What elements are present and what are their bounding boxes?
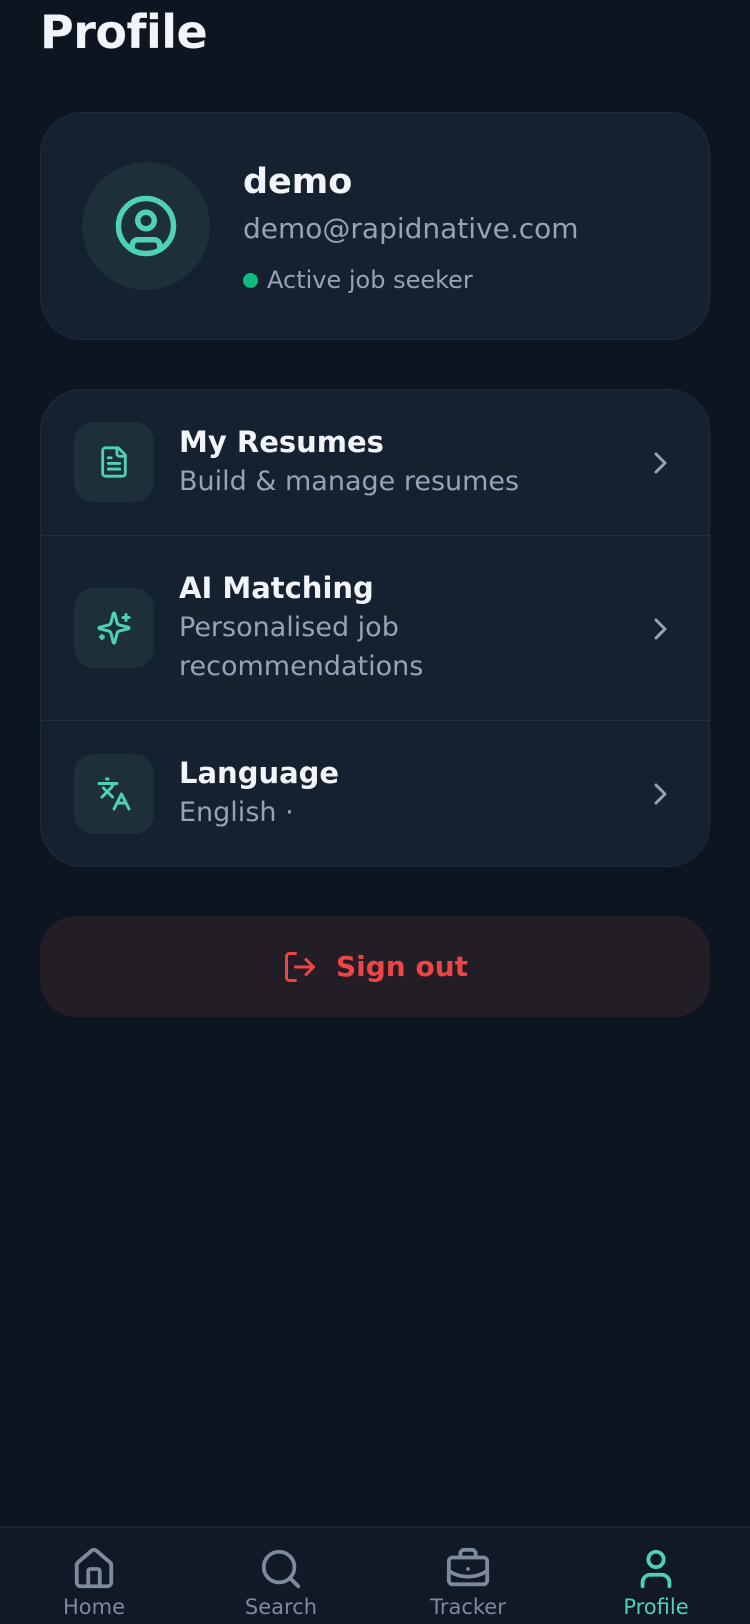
tab-search[interactable]: Search (187, 1528, 375, 1624)
menu-item-my-resumes[interactable]: My Resumes Build & manage resumes (41, 390, 709, 536)
sparkles-icon (97, 611, 131, 645)
status-text: Active job seeker (267, 266, 473, 294)
tab-profile[interactable]: Profile (562, 1528, 750, 1624)
status-dot (243, 272, 258, 288)
bottom-tab-bar: Home Search Tracker Profile (0, 1526, 750, 1624)
user-email: demo@rapidnative.com (243, 212, 579, 245)
briefcase-icon (446, 1547, 490, 1587)
page-title: Profile (40, 5, 208, 59)
menu-item-subtitle: English · (179, 797, 294, 828)
menu-icon-box (74, 422, 154, 502)
languages-icon (97, 777, 131, 811)
user-icon (640, 1549, 672, 1589)
menu-item-title: Language (179, 756, 340, 790)
chevron-right-icon (654, 452, 667, 474)
menu-item-text: AI Matching Personalised job recommendat… (179, 568, 609, 686)
search-icon (261, 1549, 301, 1589)
menu-icon-box (74, 588, 154, 668)
tab-label: Profile (623, 1595, 689, 1619)
status-badge: Active job seeker (243, 265, 473, 295)
user-circle-icon (115, 195, 177, 257)
sign-out-button[interactable]: Sign out (40, 916, 710, 1017)
menu-item-text: My Resumes Build & manage resumes (179, 422, 609, 501)
menu-item-subtitle: Build & manage resumes (179, 466, 520, 497)
menu-icon-box (74, 754, 154, 834)
menu-item-language[interactable]: Language English · (41, 721, 709, 866)
profile-card: demo demo@rapidnative.com Active job see… (40, 112, 710, 340)
menu-item-text: Language English · (179, 753, 609, 832)
tab-tracker[interactable]: Tracker (374, 1528, 562, 1624)
avatar (82, 162, 210, 290)
user-name: demo (243, 162, 353, 202)
menu-item-title: My Resumes (179, 425, 384, 459)
profile-screen: Profile demo demo@rapidnative.com Active… (0, 0, 750, 1624)
tab-home[interactable]: Home (0, 1528, 188, 1624)
settings-menu: My Resumes Build & manage resumes AI Mat… (40, 389, 710, 867)
chevron-right-icon (654, 783, 667, 805)
sign-out-label: Sign out (335, 950, 469, 983)
file-text-icon (101, 446, 127, 478)
menu-item-ai-matching[interactable]: AI Matching Personalised job recommendat… (41, 536, 709, 721)
menu-item-subtitle: Personalised job recommendations (179, 612, 424, 682)
tab-label: Tracker (430, 1595, 506, 1619)
menu-item-title: AI Matching (179, 571, 374, 605)
log-out-icon (284, 951, 315, 982)
chevron-right-icon (654, 618, 667, 640)
home-icon (74, 1547, 114, 1589)
tab-label: Search (244, 1595, 318, 1619)
tab-label: Home (62, 1595, 125, 1619)
